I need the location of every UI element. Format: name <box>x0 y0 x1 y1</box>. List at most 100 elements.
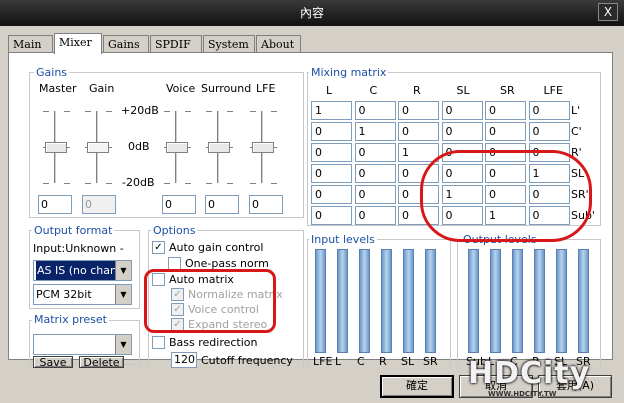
matrix-cell[interactable]: 0 <box>441 122 483 141</box>
properties-window: 內容 X Main Mixer Gains SPDIF System About… <box>0 0 624 403</box>
annotation-options-rect <box>144 269 276 333</box>
matrix-cell[interactable]: 1 <box>311 101 352 120</box>
input-format-text: Input:Unknown - <box>33 242 124 255</box>
master-value-input[interactable]: 0 <box>38 195 72 214</box>
slider-tick <box>85 111 91 112</box>
matrix-cell[interactable]: 0 <box>398 122 439 141</box>
title-bar: 內容 X <box>0 0 624 26</box>
slider-tick <box>164 183 170 184</box>
chevron-down-icon[interactable]: ▼ <box>115 285 131 304</box>
matrix-cell[interactable]: 0 <box>354 101 396 120</box>
input-level-label: SL <box>401 355 415 368</box>
watermark-text: HDCity <box>468 356 591 391</box>
slider-tick <box>227 183 233 184</box>
chevron-down-icon[interactable]: ▼ <box>115 261 131 280</box>
slider-tick <box>206 183 212 184</box>
mixing-matrix-title: Mixing matrix <box>309 66 389 79</box>
matrix-cell[interactable]: 0 <box>311 164 352 183</box>
pcm-format-value: PCM 32bit <box>36 288 92 301</box>
matrix-cell[interactable]: 0 <box>485 101 526 120</box>
scale-mid-label: 0dB <box>128 140 150 153</box>
check-icon: ✓ <box>152 241 165 254</box>
slider-tick <box>185 183 191 184</box>
slider-thumb-master[interactable] <box>45 142 67 153</box>
tab-system[interactable]: System <box>203 35 255 53</box>
delete-preset-button[interactable]: Delete <box>79 356 124 368</box>
slider-tick <box>85 183 91 184</box>
input-level-label: LFE <box>313 355 333 368</box>
matrix-column-header: C <box>369 84 378 97</box>
matrix-cell[interactable]: 0 <box>441 101 483 120</box>
tab-mixer[interactable]: Mixer <box>54 33 102 54</box>
output-mode-select[interactable]: AS IS (no chang ▼ <box>33 260 132 281</box>
input-level-meter <box>359 249 370 353</box>
slider-thumb-voice[interactable] <box>166 142 188 153</box>
options-title: Options <box>151 224 198 237</box>
slider-tick <box>106 111 112 112</box>
slider-tick <box>227 111 233 112</box>
lfe-value-input[interactable]: 0 <box>249 195 283 214</box>
bass-redirection-checkbox[interactable]: Bass redirection <box>152 336 258 349</box>
slider-tick <box>271 111 277 112</box>
matrix-column-header: SR <box>500 84 515 97</box>
slider-tick <box>206 111 212 112</box>
slider-tick <box>64 111 70 112</box>
matrix-preset-select[interactable]: ▼ <box>33 334 132 355</box>
annotation-matrix-circle <box>420 150 592 242</box>
tab-about[interactable]: About <box>256 35 301 53</box>
ok-button[interactable]: 確定 <box>380 375 454 398</box>
slider-tick <box>64 183 70 184</box>
matrix-cell[interactable]: 0 <box>485 122 526 141</box>
bass-redirection-label: Bass redirection <box>169 336 258 349</box>
matrix-column-header: SL <box>456 84 470 97</box>
input-level-meter <box>315 249 326 353</box>
input-level-meter <box>403 249 414 353</box>
checkbox-empty-icon <box>152 336 165 349</box>
gains-label-lfe: LFE <box>256 82 276 95</box>
close-button[interactable]: X <box>598 3 618 21</box>
tab-main[interactable]: Main <box>8 35 53 53</box>
matrix-cell[interactable]: 0 <box>398 101 439 120</box>
surround-value-input[interactable]: 0 <box>205 195 239 214</box>
gains-label-master: Master <box>39 82 77 95</box>
matrix-column-header: LFE <box>543 84 563 97</box>
matrix-cell[interactable]: 0 <box>311 143 352 162</box>
output-level-meter <box>512 249 523 353</box>
matrix-column-header: L <box>326 84 333 97</box>
tab-spdif[interactable]: SPDIF <box>150 35 202 53</box>
matrix-cell[interactable]: 0 <box>311 122 352 141</box>
input-level-meter <box>425 249 436 353</box>
matrix-cell[interactable]: 0 <box>354 185 396 204</box>
auto-gain-checkbox[interactable]: ✓ Auto gain control <box>152 241 263 254</box>
matrix-cell[interactable]: 0 <box>528 122 570 141</box>
slider-tick <box>43 183 49 184</box>
gains-label-voice: Voice <box>166 82 196 95</box>
matrix-cell[interactable]: 0 <box>354 164 396 183</box>
matrix-cell[interactable]: 0 <box>354 143 396 162</box>
chevron-down-icon[interactable]: ▼ <box>115 335 131 354</box>
input-level-label: C <box>357 355 365 368</box>
scale-top-label: +20dB <box>121 104 159 117</box>
cutoff-frequency-input[interactable]: 120 <box>171 352 197 368</box>
matrix-cell[interactable]: 0 <box>311 206 352 225</box>
pcm-format-select[interactable]: PCM 32bit ▼ <box>33 284 132 305</box>
voice-value-input[interactable]: 0 <box>162 195 196 214</box>
save-preset-button[interactable]: Save <box>33 356 73 368</box>
slider-thumb-surround[interactable] <box>208 142 230 153</box>
cutoff-frequency-label: Cutoff frequency <box>201 354 293 367</box>
matrix-cell[interactable]: 0 <box>311 185 352 204</box>
tab-gains[interactable]: Gains <box>103 35 149 53</box>
matrix-cell[interactable]: 0 <box>354 206 396 225</box>
output-level-meter <box>578 249 589 353</box>
slider-tick <box>185 111 191 112</box>
matrix-cell[interactable]: 1 <box>354 122 396 141</box>
slider-tick <box>250 111 256 112</box>
matrix-cell[interactable]: 0 <box>528 101 570 120</box>
gains-label-surround: Surround <box>201 82 252 95</box>
auto-gain-label: Auto gain control <box>169 241 264 254</box>
input-level-label: R <box>379 355 387 368</box>
slider-thumb-lfe[interactable] <box>252 142 274 153</box>
scale-bottom-label: -20dB <box>122 176 155 189</box>
slider-tick <box>106 183 112 184</box>
output-level-meter <box>534 249 545 353</box>
